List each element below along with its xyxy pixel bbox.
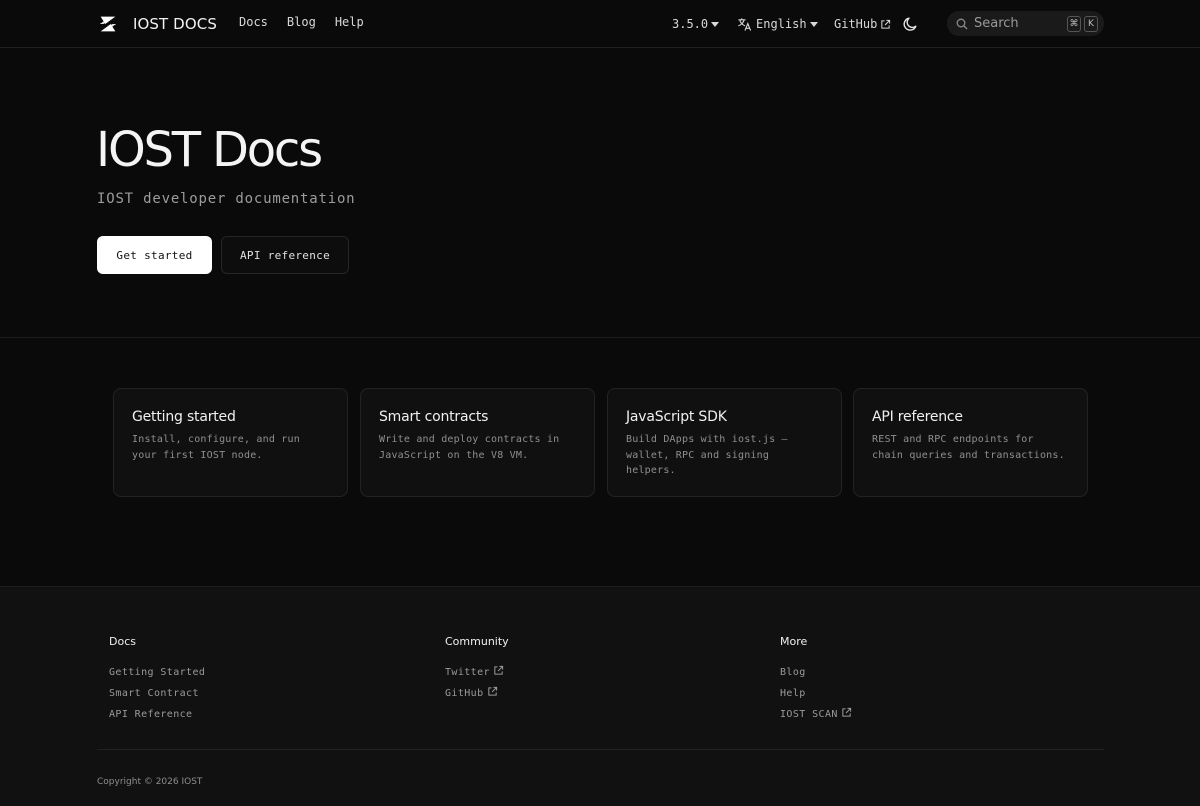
brand-link[interactable]: IOST DOCS xyxy=(97,12,217,36)
card-title: JavaScript SDK xyxy=(626,409,727,425)
card-title: API reference xyxy=(872,409,963,425)
moon-icon xyxy=(903,17,917,31)
footer-divider xyxy=(97,749,1104,750)
footer-link-api-reference[interactable]: API Reference xyxy=(109,704,205,725)
kbd-cmd: ⌘ xyxy=(1067,15,1081,32)
theme-toggle[interactable] xyxy=(903,13,919,35)
footer-link-label: IOST SCAN xyxy=(780,709,838,720)
footer-link-smart-contract[interactable]: Smart Contract xyxy=(109,683,205,704)
language-label: English xyxy=(756,17,807,31)
github-label: GitHub xyxy=(834,17,878,31)
chevron-down-icon xyxy=(711,21,720,27)
section-divider xyxy=(0,337,1200,338)
footer-link-help[interactable]: Help xyxy=(780,683,852,704)
nav-link-help[interactable]: Help xyxy=(335,15,364,29)
footer-link-iost-scan[interactable]: IOST SCAN xyxy=(780,704,852,725)
card-description: REST and RPC endpoints for chain queries… xyxy=(872,434,1065,461)
footer-link-getting-started[interactable]: Getting Started xyxy=(109,662,205,683)
external-link-icon xyxy=(881,19,891,29)
card-javascript-sdk[interactable]: JavaScript SDK Build DApps with iost.js … xyxy=(607,388,842,497)
brand-title: IOST DOCS xyxy=(133,15,217,33)
github-link[interactable]: GitHub xyxy=(834,13,891,35)
card-description: Build DApps with iost.js — wallet, RPC a… xyxy=(626,434,788,476)
external-link-icon xyxy=(487,686,497,696)
external-link-icon xyxy=(494,665,504,675)
nav-link-blog[interactable]: Blog xyxy=(287,15,316,29)
kbd-k: K xyxy=(1084,15,1098,32)
card-getting-started[interactable]: Getting started Install, configure, and … xyxy=(113,388,348,497)
footer-heading: Community xyxy=(445,635,509,648)
main-nav: Docs Blog Help xyxy=(239,15,364,29)
search-input[interactable] xyxy=(974,16,1064,31)
card-smart-contracts[interactable]: Smart contracts Write and deploy contrac… xyxy=(360,388,595,497)
footer-heading: More xyxy=(780,635,808,648)
footer-column-more: More Blog Help IOST SCAN xyxy=(780,635,852,725)
translate-icon xyxy=(738,17,752,31)
nav-link-docs[interactable]: Docs xyxy=(239,15,268,29)
card-title: Smart contracts xyxy=(379,409,489,425)
hero-title: IOST Docs xyxy=(96,122,323,178)
footer-link-label: GitHub xyxy=(445,688,484,699)
footer-link-blog[interactable]: Blog xyxy=(780,662,852,683)
card-description: Install, configure, and run your first I… xyxy=(132,434,300,461)
search-icon xyxy=(956,18,968,29)
footer-column-docs: Docs Getting Started Smart Contract API … xyxy=(109,635,205,725)
footer-link-github[interactable]: GitHub xyxy=(445,683,509,704)
copyright: Copyright © 2026 IOST xyxy=(97,777,203,787)
api-reference-button[interactable]: API reference xyxy=(221,236,349,274)
footer: Docs Getting Started Smart Contract API … xyxy=(0,586,1200,806)
search-box[interactable]: ⌘ K xyxy=(947,11,1104,36)
hero-tagline: IOST developer documentation xyxy=(97,191,356,207)
card-api-reference[interactable]: API reference REST and RPC endpoints for… xyxy=(853,388,1088,497)
chevron-down-icon xyxy=(809,21,818,27)
card-title: Getting started xyxy=(132,409,236,425)
footer-link-label: Twitter xyxy=(445,667,490,678)
get-started-button[interactable]: Get started xyxy=(97,236,212,274)
footer-column-community: Community Twitter GitHub xyxy=(445,635,509,704)
footer-heading: Docs xyxy=(109,635,136,648)
navbar: IOST DOCS Docs Blog Help 3.5.0 English G… xyxy=(0,0,1200,48)
external-link-icon xyxy=(842,707,851,717)
version-label: 3.5.0 xyxy=(672,17,709,31)
card-description: Write and deploy contracts in JavaScript… xyxy=(379,434,560,461)
footer-link-twitter[interactable]: Twitter xyxy=(445,662,509,683)
version-dropdown[interactable]: 3.5.0 xyxy=(672,13,720,35)
iost-logo-icon xyxy=(99,16,117,32)
language-dropdown[interactable]: English xyxy=(737,13,818,35)
